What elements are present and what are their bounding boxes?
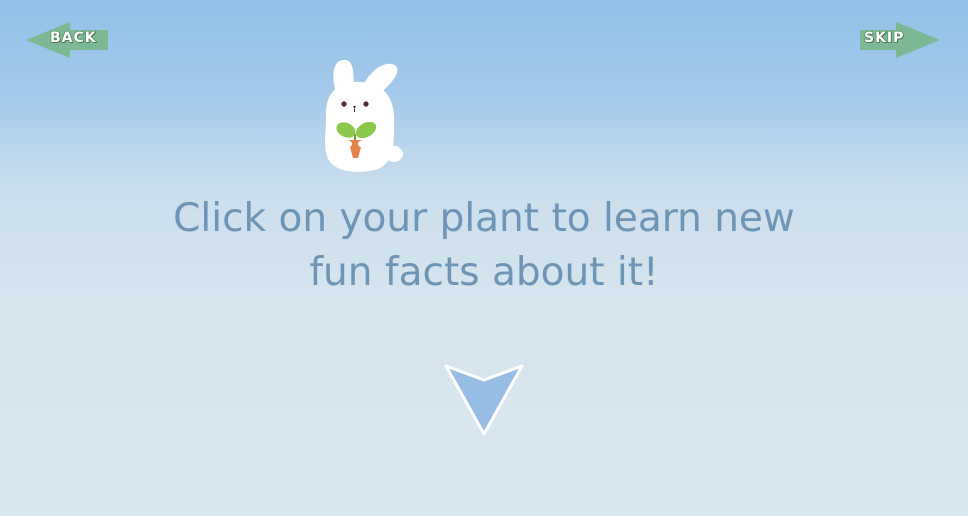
down-arrow-icon <box>444 364 524 436</box>
instruction-line-2: fun facts about it! <box>309 250 659 295</box>
skip-label: SKIP <box>863 29 905 46</box>
skip-button[interactable]: SKIP <box>858 20 942 60</box>
back-label: BACK <box>49 29 97 46</box>
back-button[interactable]: BACK <box>26 20 110 60</box>
instruction-text: Click on your plant to learn new fun fac… <box>84 192 884 300</box>
bunny-mascot <box>312 54 412 176</box>
continue-button[interactable] <box>442 362 526 442</box>
bunny-holding-sprout-icon <box>325 59 403 172</box>
instruction-line-1: Click on your plant to learn new <box>173 196 795 241</box>
